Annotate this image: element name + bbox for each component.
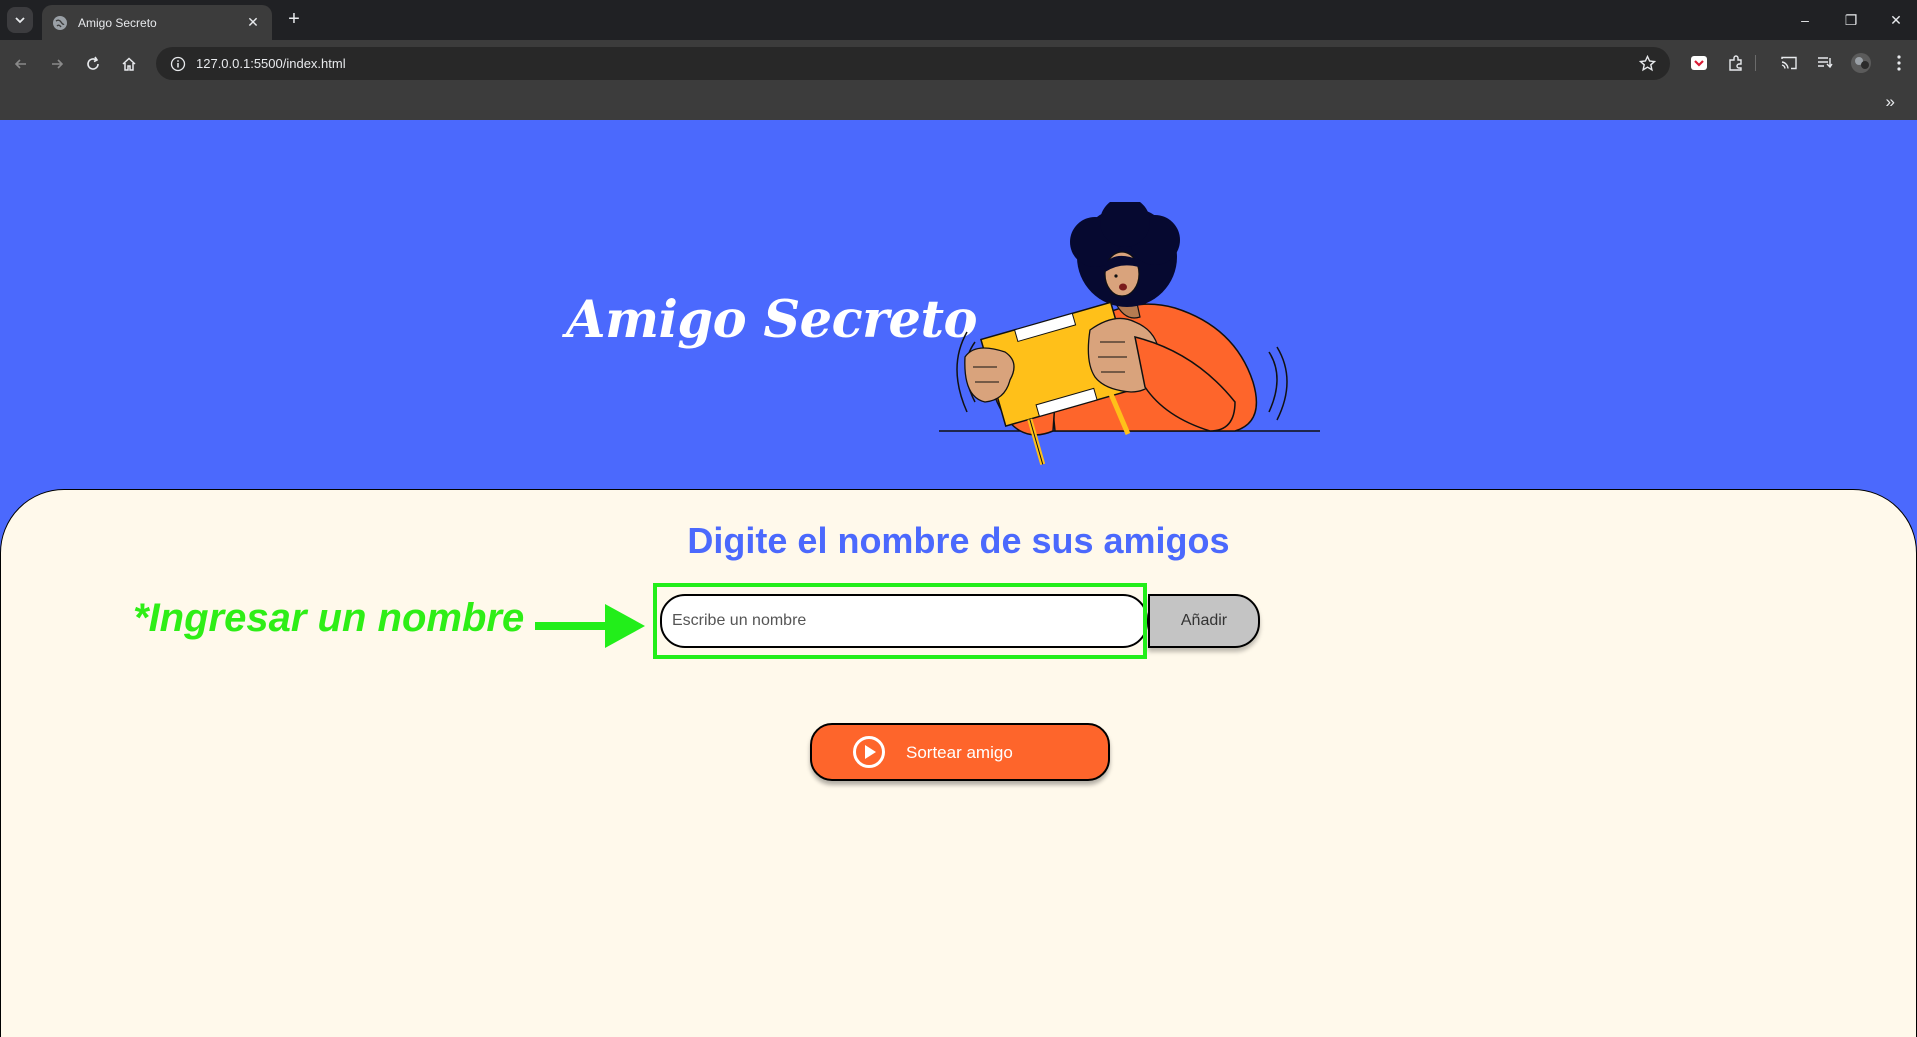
home-icon (122, 57, 136, 71)
reload-button[interactable] (80, 51, 106, 77)
browser-toolbar: 127.0.0.1:5500/index.html (0, 40, 1917, 86)
bookmark-star-icon[interactable] (1639, 55, 1656, 72)
play-circle-icon (853, 736, 885, 768)
minimize-button[interactable]: – (1782, 8, 1828, 32)
person-opening-gift-illustration (939, 202, 1320, 466)
browser-tab[interactable]: Amigo Secreto ✕ (42, 5, 272, 40)
restore-button[interactable]: ❐ (1828, 8, 1874, 32)
url-text: 127.0.0.1:5500/index.html (196, 56, 346, 71)
more-menu-icon[interactable] (1888, 52, 1910, 74)
browser-tab-strip: Amigo Secreto ✕ + – ❐ ✕ (0, 0, 1917, 40)
toolbar-divider (1752, 52, 1760, 74)
site-info-icon[interactable] (170, 56, 186, 72)
new-tab-button[interactable]: + (282, 8, 306, 32)
tab-title: Amigo Secreto (78, 15, 157, 30)
tab-close-icon[interactable]: ✕ (244, 14, 262, 31)
extensions-puzzle-icon[interactable] (1725, 52, 1747, 74)
section-subtitle: Digite el nombre de sus amigos (687, 520, 1230, 561)
add-button[interactable]: Añadir (1148, 594, 1260, 648)
bookmarks-bar: » (0, 86, 1917, 120)
reading-list-icon[interactable] (1814, 52, 1836, 74)
arrow-right-icon (535, 604, 645, 648)
profile-avatar-icon[interactable] (1850, 52, 1872, 74)
chevron-down-icon (15, 17, 25, 24)
pocket-extension-icon[interactable] (1688, 52, 1710, 74)
arrow-left-icon (14, 59, 26, 69)
cast-icon[interactable] (1778, 52, 1800, 74)
address-bar[interactable]: 127.0.0.1:5500/index.html (156, 47, 1670, 80)
bookmarks-overflow-icon[interactable]: » (1886, 92, 1895, 112)
forward-button[interactable] (44, 51, 70, 77)
globe-icon (52, 15, 68, 31)
arrow-right-icon (52, 59, 64, 69)
home-button[interactable] (116, 51, 142, 77)
draw-button-label: Sortear amigo (906, 743, 1013, 762)
input-highlight-box (653, 583, 1147, 659)
close-window-button[interactable]: ✕ (1873, 8, 1917, 32)
back-button[interactable] (8, 51, 34, 77)
tab-search-button[interactable] (7, 7, 33, 33)
draw-friend-button[interactable]: Sortear amigo (810, 723, 1110, 781)
page-title: Amigo Secreto (566, 290, 978, 350)
annotation-label: *Ingresar un nombre (133, 596, 525, 640)
reload-icon (87, 56, 99, 70)
